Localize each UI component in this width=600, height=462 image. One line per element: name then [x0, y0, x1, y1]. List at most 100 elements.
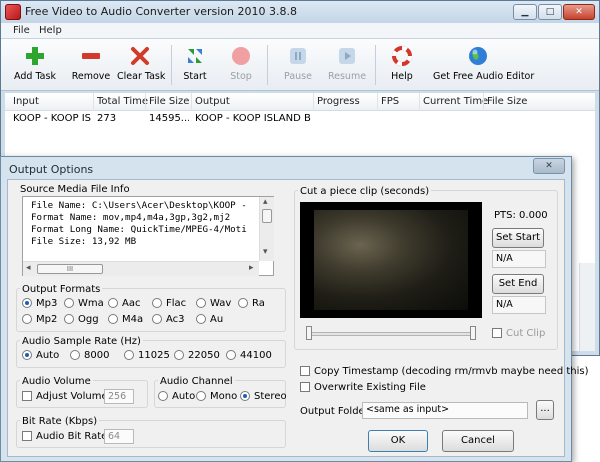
- dialog-content: Source Media File Info File Name: C:\Use…: [7, 179, 589, 457]
- format-ogg-radio[interactable]: Ogg: [64, 314, 99, 325]
- radio-selected-icon: [240, 391, 250, 401]
- column-file-size[interactable]: File Size: [149, 96, 189, 107]
- format-wav-radio[interactable]: Wav: [196, 298, 231, 309]
- info-vertical-scrollbar[interactable]: ▴ ▾: [259, 197, 274, 261]
- format-m4a-radio[interactable]: M4a: [108, 314, 143, 325]
- info-format-name: Format Name: mov,mp4,m4a,3gp,3g2,mj2: [31, 212, 231, 223]
- radio-icon: [64, 298, 74, 308]
- help-label: Help: [391, 71, 413, 82]
- stop-label: Stop: [230, 71, 252, 82]
- format-ra-radio[interactable]: Ra: [238, 298, 265, 309]
- table-row[interactable]: KOOP - KOOP IS... 273 14595... KOOP - KO…: [5, 111, 595, 127]
- sample-rate-22050-radio[interactable]: 22050: [174, 350, 220, 361]
- add-icon: [26, 47, 44, 65]
- format-label: Mp3: [36, 298, 58, 309]
- ok-button[interactable]: OK: [368, 430, 428, 452]
- close-button[interactable]: ✕: [563, 4, 595, 20]
- audio-bit-rate-label: Audio Bit Rate: [36, 431, 108, 442]
- toolbar-separator: [267, 45, 268, 85]
- column-input[interactable]: Input: [13, 96, 39, 107]
- column-fps[interactable]: FPS: [381, 96, 399, 107]
- radio-icon: [64, 314, 74, 324]
- format-ac3-radio[interactable]: Ac3: [152, 314, 185, 325]
- clear-task-button[interactable]: Clear Task: [117, 43, 165, 87]
- copy-timestamp-checkbox[interactable]: Copy Timestamp (decoding rm/rmvb maybe n…: [300, 366, 589, 377]
- bit-rate-label: Bit Rate (Kbps): [20, 416, 100, 427]
- format-au-radio[interactable]: Au: [196, 314, 223, 325]
- vertical-scroll-thumb[interactable]: [262, 209, 272, 223]
- start-label: Start: [183, 71, 207, 82]
- info-horizontal-scrollbar[interactable]: ◂ III ▸: [23, 261, 259, 276]
- adjust-volume-checkbox[interactable]: Adjust Volume: [22, 391, 108, 402]
- column-out-file-size[interactable]: File Size: [487, 96, 527, 107]
- checkbox-icon: [22, 431, 32, 441]
- column-total-time[interactable]: Total Time: [97, 96, 148, 107]
- sample-rate-8000-radio[interactable]: 8000: [70, 350, 109, 361]
- sample-rate-option: 11025: [138, 350, 170, 361]
- audio-volume-label: Audio Volume: [20, 376, 93, 387]
- format-label: Flac: [166, 298, 187, 309]
- format-label: M4a: [122, 314, 144, 325]
- resume-button[interactable]: Resume: [327, 43, 367, 87]
- browse-button[interactable]: ...: [536, 400, 554, 420]
- clip-end-handle[interactable]: [470, 326, 476, 340]
- scroll-up-icon[interactable]: ▴: [263, 197, 268, 207]
- format-wma-radio[interactable]: Wma: [64, 298, 104, 309]
- format-mp3-radio[interactable]: Mp3: [22, 298, 57, 309]
- stop-button[interactable]: Stop: [225, 43, 257, 87]
- sample-rate-11025-radio[interactable]: 11025: [124, 350, 170, 361]
- column-divider: [377, 93, 378, 111]
- source-info-box: File Name: C:\Users\Acer\Desktop\KOOP - …: [22, 196, 274, 276]
- row-total-time: 273: [97, 113, 117, 124]
- bit-rate-input[interactable]: 64: [104, 429, 134, 444]
- sample-rate-option: 44100: [240, 350, 272, 361]
- toolbar-separator: [171, 45, 172, 85]
- format-label: Aac: [122, 298, 141, 309]
- channel-auto-radio[interactable]: Auto: [158, 391, 195, 402]
- menu-help[interactable]: Help: [39, 25, 62, 36]
- row-file-size: 14595...: [149, 113, 189, 124]
- get-audio-editor-button[interactable]: Get Free Audio Editor: [433, 43, 534, 87]
- sample-rate-44100-radio[interactable]: 44100: [226, 350, 272, 361]
- column-output[interactable]: Output: [195, 96, 230, 107]
- output-folder-input[interactable]: <same as input>: [362, 402, 528, 419]
- scroll-left-icon[interactable]: ◂: [26, 263, 31, 273]
- format-aac-radio[interactable]: Aac: [108, 298, 140, 309]
- maximize-button[interactable]: □: [538, 4, 562, 20]
- horizontal-scroll-thumb[interactable]: III: [37, 264, 103, 274]
- volume-input[interactable]: 256: [104, 389, 134, 404]
- set-end-button[interactable]: Set End: [492, 274, 544, 294]
- column-progress[interactable]: Progress: [317, 96, 360, 107]
- sample-rate-option: Auto: [36, 350, 60, 361]
- set-start-button[interactable]: Set Start: [492, 228, 544, 248]
- column-divider: [483, 93, 484, 111]
- format-mp2-radio[interactable]: Mp2: [22, 314, 57, 325]
- add-task-button[interactable]: Add Task: [13, 43, 57, 87]
- format-flac-radio[interactable]: Flac: [152, 298, 186, 309]
- channel-mono-radio[interactable]: Mono: [196, 391, 237, 402]
- help-button[interactable]: Help: [387, 43, 417, 87]
- sample-rate-auto-radio[interactable]: Auto: [22, 350, 59, 361]
- channel-stereo-radio[interactable]: Stereo: [240, 391, 287, 402]
- dialog-close-button[interactable]: ✕: [533, 158, 565, 174]
- audio-bit-rate-checkbox[interactable]: Audio Bit Rate: [22, 431, 107, 442]
- cancel-button[interactable]: Cancel: [442, 430, 514, 452]
- clip-start-handle[interactable]: [306, 326, 312, 340]
- task-list-scrollbar[interactable]: [579, 263, 595, 351]
- radio-icon: [70, 350, 80, 360]
- checkbox-icon: [300, 366, 310, 376]
- remove-button[interactable]: Remove: [71, 43, 111, 87]
- scroll-down-icon[interactable]: ▾: [263, 247, 268, 257]
- cut-clip-label: Cut Clip: [506, 328, 546, 339]
- scroll-right-icon[interactable]: ▸: [249, 263, 254, 273]
- remove-icon: [82, 53, 100, 59]
- help-icon: [392, 46, 412, 66]
- pause-button[interactable]: Pause: [281, 43, 315, 87]
- cut-clip-checkbox[interactable]: Cut Clip: [492, 328, 545, 339]
- overwrite-checkbox[interactable]: Overwrite Existing File: [300, 382, 426, 393]
- start-button[interactable]: Start: [179, 43, 211, 87]
- column-current-time[interactable]: Current Time: [423, 96, 488, 107]
- menu-file[interactable]: File: [13, 25, 30, 36]
- clip-range-track[interactable]: [308, 332, 476, 336]
- minimize-button[interactable]: ▁: [513, 4, 537, 20]
